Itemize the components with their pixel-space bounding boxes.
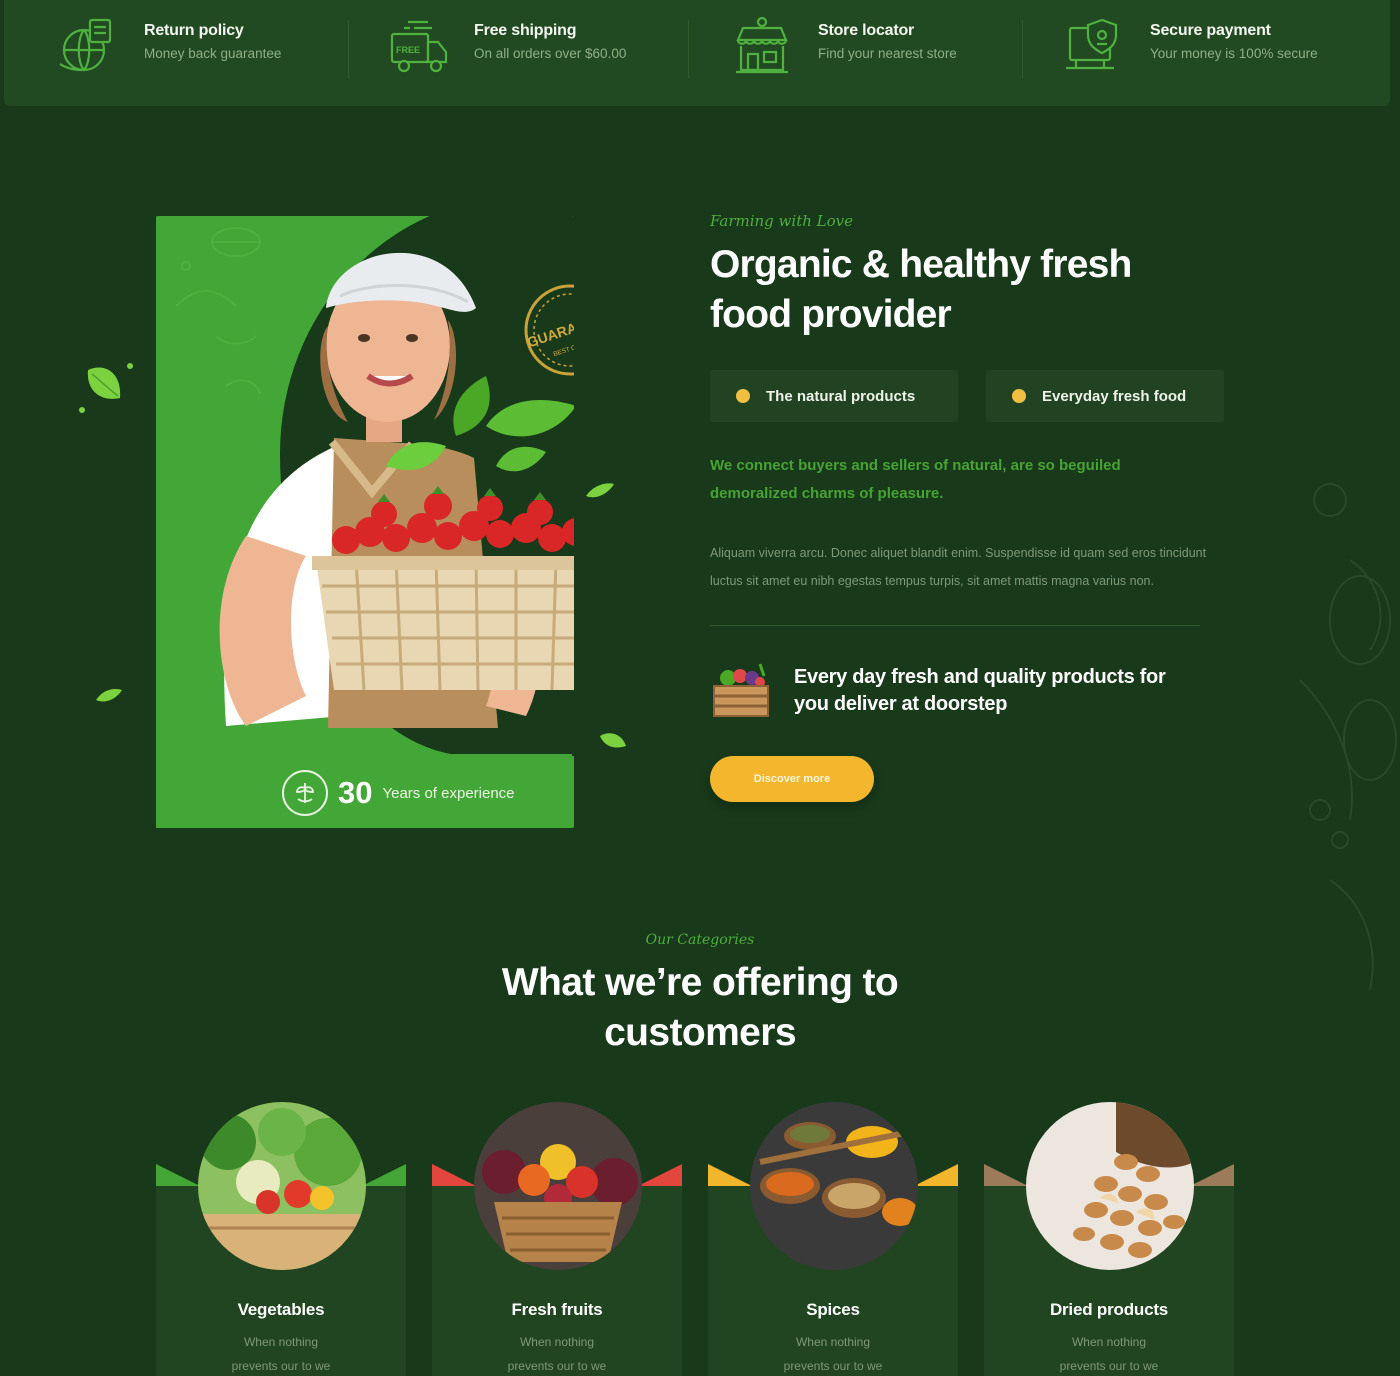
- feature-pills: The natural products Everyday fresh food: [710, 370, 1250, 422]
- feature-subtitle: Money back guarantee: [144, 46, 282, 61]
- feature-title: Return policy: [144, 22, 244, 39]
- dried-products-image[interactable]: [1026, 1102, 1194, 1270]
- store-icon: [736, 16, 788, 74]
- about-title: Organic & healthy fresh food provider: [710, 243, 1132, 336]
- vegetable-crate-icon: [713, 663, 769, 717]
- feature-title: Secure payment: [1150, 22, 1271, 39]
- categories-title-text: What we’re offering to customers: [501, 961, 899, 1054]
- leaf-decoration: [586, 483, 614, 498]
- about-content: Farming with Love Organic & healthy fres…: [710, 212, 1250, 802]
- divider: [348, 20, 349, 78]
- guarantee-stamp: GUARANTEE BEST QUALITY: [524, 284, 574, 376]
- leaf-decoration: [96, 689, 122, 702]
- years-number: 30: [338, 775, 373, 810]
- leaf-decoration: [79, 363, 133, 413]
- spices-image[interactable]: [750, 1102, 918, 1270]
- years-label: Years of experience: [382, 784, 515, 802]
- feature-subtitle: Your money is 100% secure: [1150, 46, 1318, 61]
- feature-return-policy[interactable]: Return policy Money back guarantee: [56, 14, 281, 78]
- vegetables-image[interactable]: [198, 1102, 366, 1270]
- delivery-promise: Every day fresh and quality products for…: [710, 660, 1250, 722]
- globe-return-icon: [59, 18, 112, 72]
- divider: [710, 625, 1200, 626]
- divider: [1022, 20, 1023, 78]
- pill-label: Everyday fresh food: [1042, 387, 1187, 405]
- divider: [688, 20, 689, 78]
- categories-title: What we’re offering to customers: [0, 958, 1400, 1058]
- discover-more-button[interactable]: Discover more: [710, 756, 874, 802]
- feature-subtitle: Find your nearest store: [818, 46, 957, 61]
- about-eyebrow: Farming with Love: [710, 212, 853, 230]
- about-image-card: GUARANTEE BEST QUALITY: [156, 216, 574, 828]
- categories-eyebrow: Our Categories: [645, 932, 755, 948]
- experience-badge: 30 Years of experience: [156, 754, 572, 828]
- category-desc: When nothing prevents our to we like bes…: [231, 1335, 331, 1373]
- fresh-fruits-image[interactable]: [474, 1102, 642, 1270]
- categories-header: Our Categories What we’re offering to cu…: [0, 932, 1400, 1058]
- truck-icon: FREE: [390, 20, 448, 73]
- pill-label: The natural products: [766, 387, 916, 405]
- leaf-decoration: [600, 733, 626, 748]
- pill-everyday-fresh: Everyday fresh food: [986, 370, 1224, 422]
- feature-title: Store locator: [818, 22, 915, 39]
- herb-decoration: [1299, 483, 1397, 991]
- category-name[interactable]: Vegetables: [156, 1300, 406, 1320]
- pill-natural-products: The natural products: [710, 370, 958, 422]
- features-bar: Return policy Money back guarantee FREE …: [4, 0, 1390, 106]
- category-name[interactable]: Fresh fruits: [432, 1300, 682, 1320]
- svg-text:FREE: FREE: [396, 45, 420, 55]
- farmer-photo: GUARANTEE BEST QUALITY: [175, 227, 574, 728]
- category-desc: When nothing prevents our to we like bes…: [1059, 1335, 1159, 1373]
- promise-text: Every day fresh and quality products for…: [794, 666, 1166, 715]
- feature-title: Free shipping: [474, 22, 577, 39]
- about-lead: We connect buyers and sellers of natural…: [710, 457, 1121, 502]
- feature-secure-payment[interactable]: Secure payment Your money is 100% secure: [1062, 14, 1318, 78]
- feature-store-locator[interactable]: Store locator Find your nearest store: [730, 14, 957, 78]
- category-desc: When nothing prevents our to we like bes…: [507, 1335, 607, 1373]
- award-icon: [282, 770, 328, 816]
- bullet-dot: [736, 389, 750, 403]
- about-body: Aliquam viverra arcu. Donec aliquet blan…: [710, 546, 1207, 588]
- category-name[interactable]: Spices: [708, 1300, 958, 1320]
- stamp-text: GUARANTEE: [525, 308, 574, 351]
- category-name[interactable]: Dried products: [984, 1300, 1234, 1320]
- category-desc: When nothing prevents our to we like bes…: [783, 1335, 883, 1373]
- feature-subtitle: On all orders over $60.00: [474, 46, 627, 61]
- feature-free-shipping[interactable]: FREE Free shipping On all orders over $6…: [386, 14, 626, 78]
- secure-payment-icon: [1066, 18, 1118, 70]
- bullet-dot: [1012, 389, 1026, 403]
